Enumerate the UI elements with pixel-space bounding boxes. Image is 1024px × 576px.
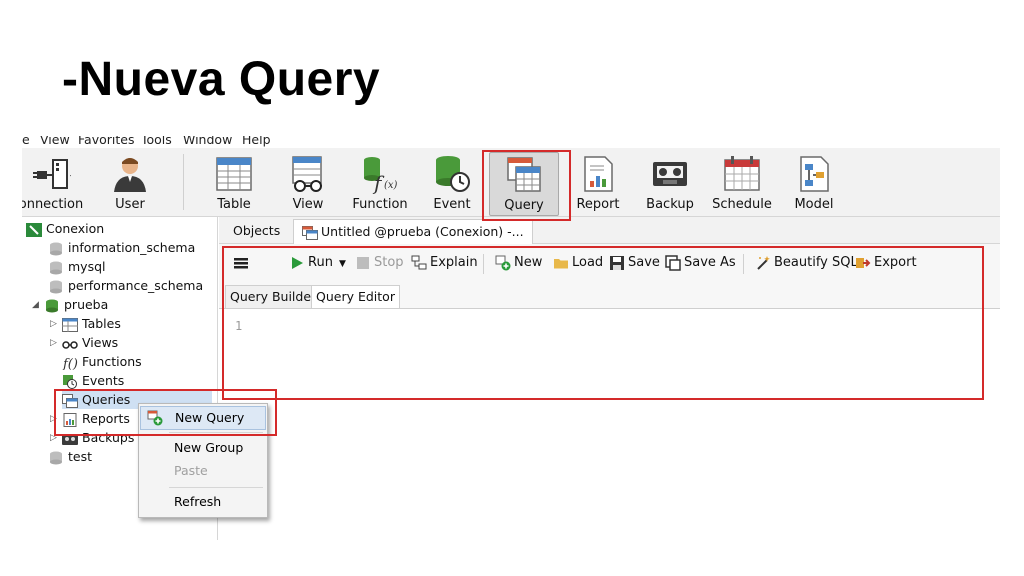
toolbar-schedule-label: Schedule <box>712 197 772 212</box>
toolbar-backup-label: Backup <box>646 197 694 212</box>
toolbar-report-label: Report <box>576 197 620 212</box>
connection-leaf-icon <box>26 222 42 237</box>
highlight-new-query-menu <box>54 389 277 436</box>
toolbar-connection-button[interactable]: onnection <box>22 152 86 214</box>
database-icon <box>50 280 62 293</box>
tree-events[interactable]: Events <box>62 371 124 390</box>
tree-db-label: test <box>68 449 93 464</box>
context-refresh[interactable]: Refresh <box>140 491 266 513</box>
toolbar-schedule-button[interactable]: Schedule <box>712 152 772 214</box>
toolbar-model-button[interactable]: Model <box>792 152 836 214</box>
slide-title: -Nueva Query <box>62 53 381 106</box>
tree-functions[interactable]: f() Functions <box>62 352 142 371</box>
toolbar-report-button[interactable]: Report <box>576 152 620 214</box>
toolbar-backup-button[interactable]: Backup <box>646 152 694 214</box>
schedule-icon <box>724 156 760 191</box>
tree-label: Functions <box>82 354 142 369</box>
database-icon <box>50 451 62 464</box>
toolbar-event-button[interactable]: Event <box>430 152 474 214</box>
event-small-icon <box>63 374 77 389</box>
tree-label: Views <box>82 335 119 350</box>
menu-item-favorites[interactable]: Favorites <box>78 136 134 147</box>
menu-item-tools[interactable]: Tools <box>141 136 172 147</box>
model-icon <box>800 156 829 192</box>
highlight-query-button <box>482 150 571 221</box>
tree-views[interactable]: ▷ Views <box>50 333 118 352</box>
connection-icon <box>33 159 71 189</box>
menu-bar: e View Favorites Tools Window Help <box>22 136 1000 148</box>
svg-text:(x): (x) <box>384 180 398 191</box>
toolbar-view-button[interactable]: View <box>286 152 330 214</box>
toolbar-function-label: Function <box>352 197 408 212</box>
toolbar-connection-label: onnection <box>22 197 84 212</box>
event-icon <box>436 156 470 192</box>
tree-db-information-schema[interactable]: information_schema <box>48 238 195 257</box>
tree-db-label: prueba <box>64 297 109 312</box>
toolbar-function-button[interactable]: f (x) Function <box>352 152 408 214</box>
toolbar-table-button[interactable]: Table <box>212 152 256 214</box>
toolbar-user-label: User <box>115 197 145 212</box>
tree-db-label: mysql <box>68 259 106 274</box>
table-small-icon <box>62 317 78 332</box>
function-icon: f (x) <box>364 157 398 194</box>
menu-item-edit[interactable]: e <box>22 136 30 147</box>
user-icon <box>114 158 146 192</box>
tree-label: Tables <box>82 316 121 331</box>
database-icon <box>50 242 62 255</box>
tree-tables[interactable]: ▷ Tables <box>50 314 121 333</box>
view-icon <box>292 156 322 192</box>
tree-connection-label: Conexion <box>46 221 105 236</box>
collapsed-arrow-icon[interactable]: ▷ <box>50 315 60 334</box>
context-paste[interactable]: Paste <box>140 460 266 482</box>
toolbar-view-label: View <box>292 197 324 212</box>
toolbar-separator <box>183 154 184 210</box>
menu-item-view[interactable]: View <box>40 136 70 147</box>
report-icon <box>584 156 613 192</box>
tree-db-label: performance_schema <box>68 278 204 293</box>
toolbar-model-label: Model <box>794 197 834 212</box>
tree-db-performance-schema[interactable]: performance_schema <box>48 276 203 295</box>
function-small-icon: f() <box>62 357 78 370</box>
tree-connection[interactable]: Conexion <box>26 219 104 238</box>
query-tab-icon <box>302 225 318 240</box>
menu-item-window[interactable]: Window <box>183 136 232 147</box>
glasses-icon <box>62 340 78 349</box>
database-icon <box>50 261 62 274</box>
svg-text:f(): f() <box>62 357 78 370</box>
tab-untitled-query[interactable]: Untitled @prueba (Conexion) -... <box>293 219 533 244</box>
highlight-query-panel <box>222 246 984 400</box>
menu-item-help[interactable]: Help <box>242 136 271 147</box>
table-icon <box>216 157 252 191</box>
database-open-icon <box>46 299 58 312</box>
toolbar-event-label: Event <box>433 197 471 212</box>
tree-db-label: information_schema <box>68 240 196 255</box>
context-divider <box>169 487 263 488</box>
tab-objects[interactable]: Objects <box>225 219 288 243</box>
expanded-arrow-icon[interactable]: ◢ <box>32 296 42 315</box>
toolbar-user-button[interactable]: User <box>108 152 152 214</box>
tree-db-test[interactable]: test <box>48 447 92 466</box>
context-new-group[interactable]: New Group <box>140 437 266 459</box>
tab-untitled-label: Untitled @prueba (Conexion) -... <box>321 224 524 239</box>
tree-db-mysql[interactable]: mysql <box>48 257 106 276</box>
collapsed-arrow-icon[interactable]: ▷ <box>50 334 60 353</box>
tree-label: Events <box>82 373 125 388</box>
tree-db-prueba[interactable]: ◢ prueba <box>32 295 108 314</box>
backup-icon <box>653 162 687 186</box>
toolbar-table-label: Table <box>217 197 251 212</box>
main-tabs: Objects Untitled @prueba (Conexion) -... <box>219 217 1000 244</box>
